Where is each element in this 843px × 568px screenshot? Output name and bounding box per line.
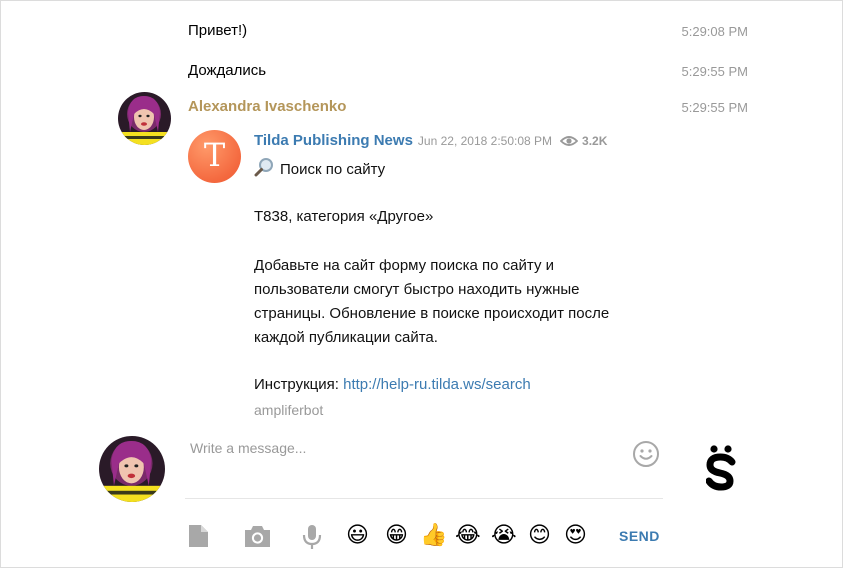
view-count: 3.2K: [559, 134, 608, 150]
camera-icon[interactable]: [244, 524, 271, 553]
post-title-text: Поиск по сайту: [280, 161, 386, 178]
post-line: пользователи смогут быстро находить нужн…: [254, 281, 580, 298]
emoji-tears-of-joy[interactable]: 😂: [455, 523, 481, 549]
channel-avatar-letter: T: [203, 136, 226, 174]
message-text: Привет!): [188, 22, 248, 39]
emoji-heart-eyes[interactable]: 😍: [564, 523, 587, 549]
sender-avatar[interactable]: [118, 92, 171, 145]
post-link[interactable]: http://help-ru.tilda.ws/search: [343, 376, 531, 393]
sender-name[interactable]: Alexandra Ivaschenko: [188, 98, 346, 115]
channel-avatar[interactable]: T: [188, 130, 241, 183]
post-line: каждой публикации сайта.: [254, 329, 438, 346]
post-line: T838, категория «Другое»: [254, 208, 434, 225]
forward-date: Jun 22, 2018 2:50:08 PM: [417, 134, 553, 148]
eye-icon: [559, 135, 579, 150]
s-logo-icon: [705, 443, 736, 495]
emoji-smiling[interactable]: 😊: [528, 523, 551, 549]
instruction-label: Инструкция:: [254, 376, 339, 393]
post-line: Добавьте на сайт форму поиска по сайту и: [254, 257, 554, 274]
post-instruction: Инструкция: http://help-ru.tilda.ws/sear…: [254, 373, 531, 397]
emoji-thumbs-up[interactable]: 👍: [420, 523, 447, 549]
message-time: 5:29:55 PM: [681, 64, 749, 79]
post-title: Поиск по сайту: [254, 157, 385, 185]
message-text: Дождались: [188, 62, 267, 79]
via-bot[interactable]: ampliferbot: [254, 402, 323, 418]
emoji-grinning[interactable]: 😃: [346, 523, 369, 549]
send-button[interactable]: SEND: [619, 528, 660, 544]
view-count-value: 3.2K: [582, 134, 608, 148]
attach-file-icon[interactable]: [187, 524, 209, 553]
emoji-beaming[interactable]: 😁: [385, 523, 408, 549]
my-avatar[interactable]: [99, 436, 165, 502]
magnifier-icon: [254, 157, 274, 185]
message-input[interactable]: [185, 436, 663, 499]
message-time: 5:29:08 PM: [681, 24, 749, 39]
microphone-icon[interactable]: [302, 524, 322, 555]
emoji-crying[interactable]: 😭: [491, 523, 517, 549]
channel-name[interactable]: Tilda Publishing News: [254, 132, 413, 149]
forward-header: Tilda Publishing News Jun 22, 2018 2:50:0…: [254, 132, 607, 150]
post-line: страницы. Обновление в поиске происходит…: [254, 305, 610, 322]
smiley-icon[interactable]: [632, 440, 660, 468]
message-time: 5:29:55 PM: [681, 100, 749, 115]
